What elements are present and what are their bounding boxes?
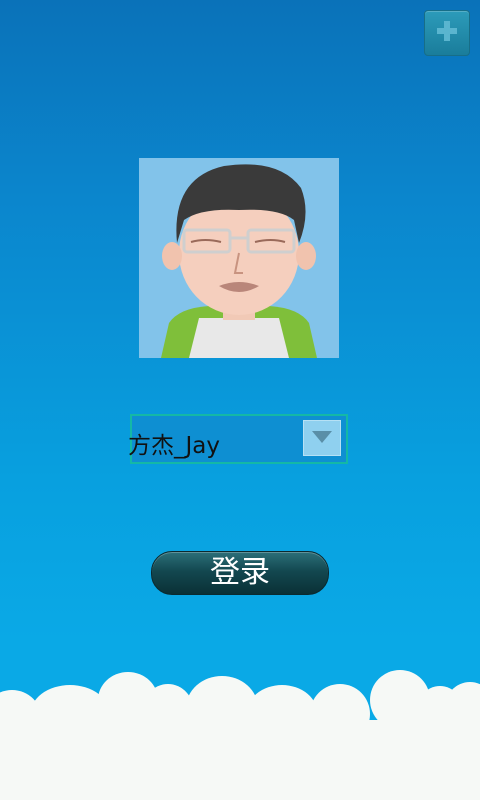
login-screen: 方杰_Jay 登录	[0, 0, 480, 800]
cartoon-avatar-icon	[139, 158, 339, 358]
account-select[interactable]: 方杰_Jay	[128, 414, 348, 464]
login-label: 登录	[210, 555, 270, 590]
account-name: 方杰_Jay	[128, 433, 220, 459]
dropdown-button[interactable]	[303, 420, 341, 456]
plus-icon	[435, 19, 459, 47]
triangle-down-icon	[311, 429, 333, 448]
clouds-decoration	[0, 670, 480, 800]
add-account-button[interactable]	[424, 10, 470, 56]
login-button[interactable]: 登录	[151, 551, 329, 595]
avatar	[139, 158, 339, 358]
